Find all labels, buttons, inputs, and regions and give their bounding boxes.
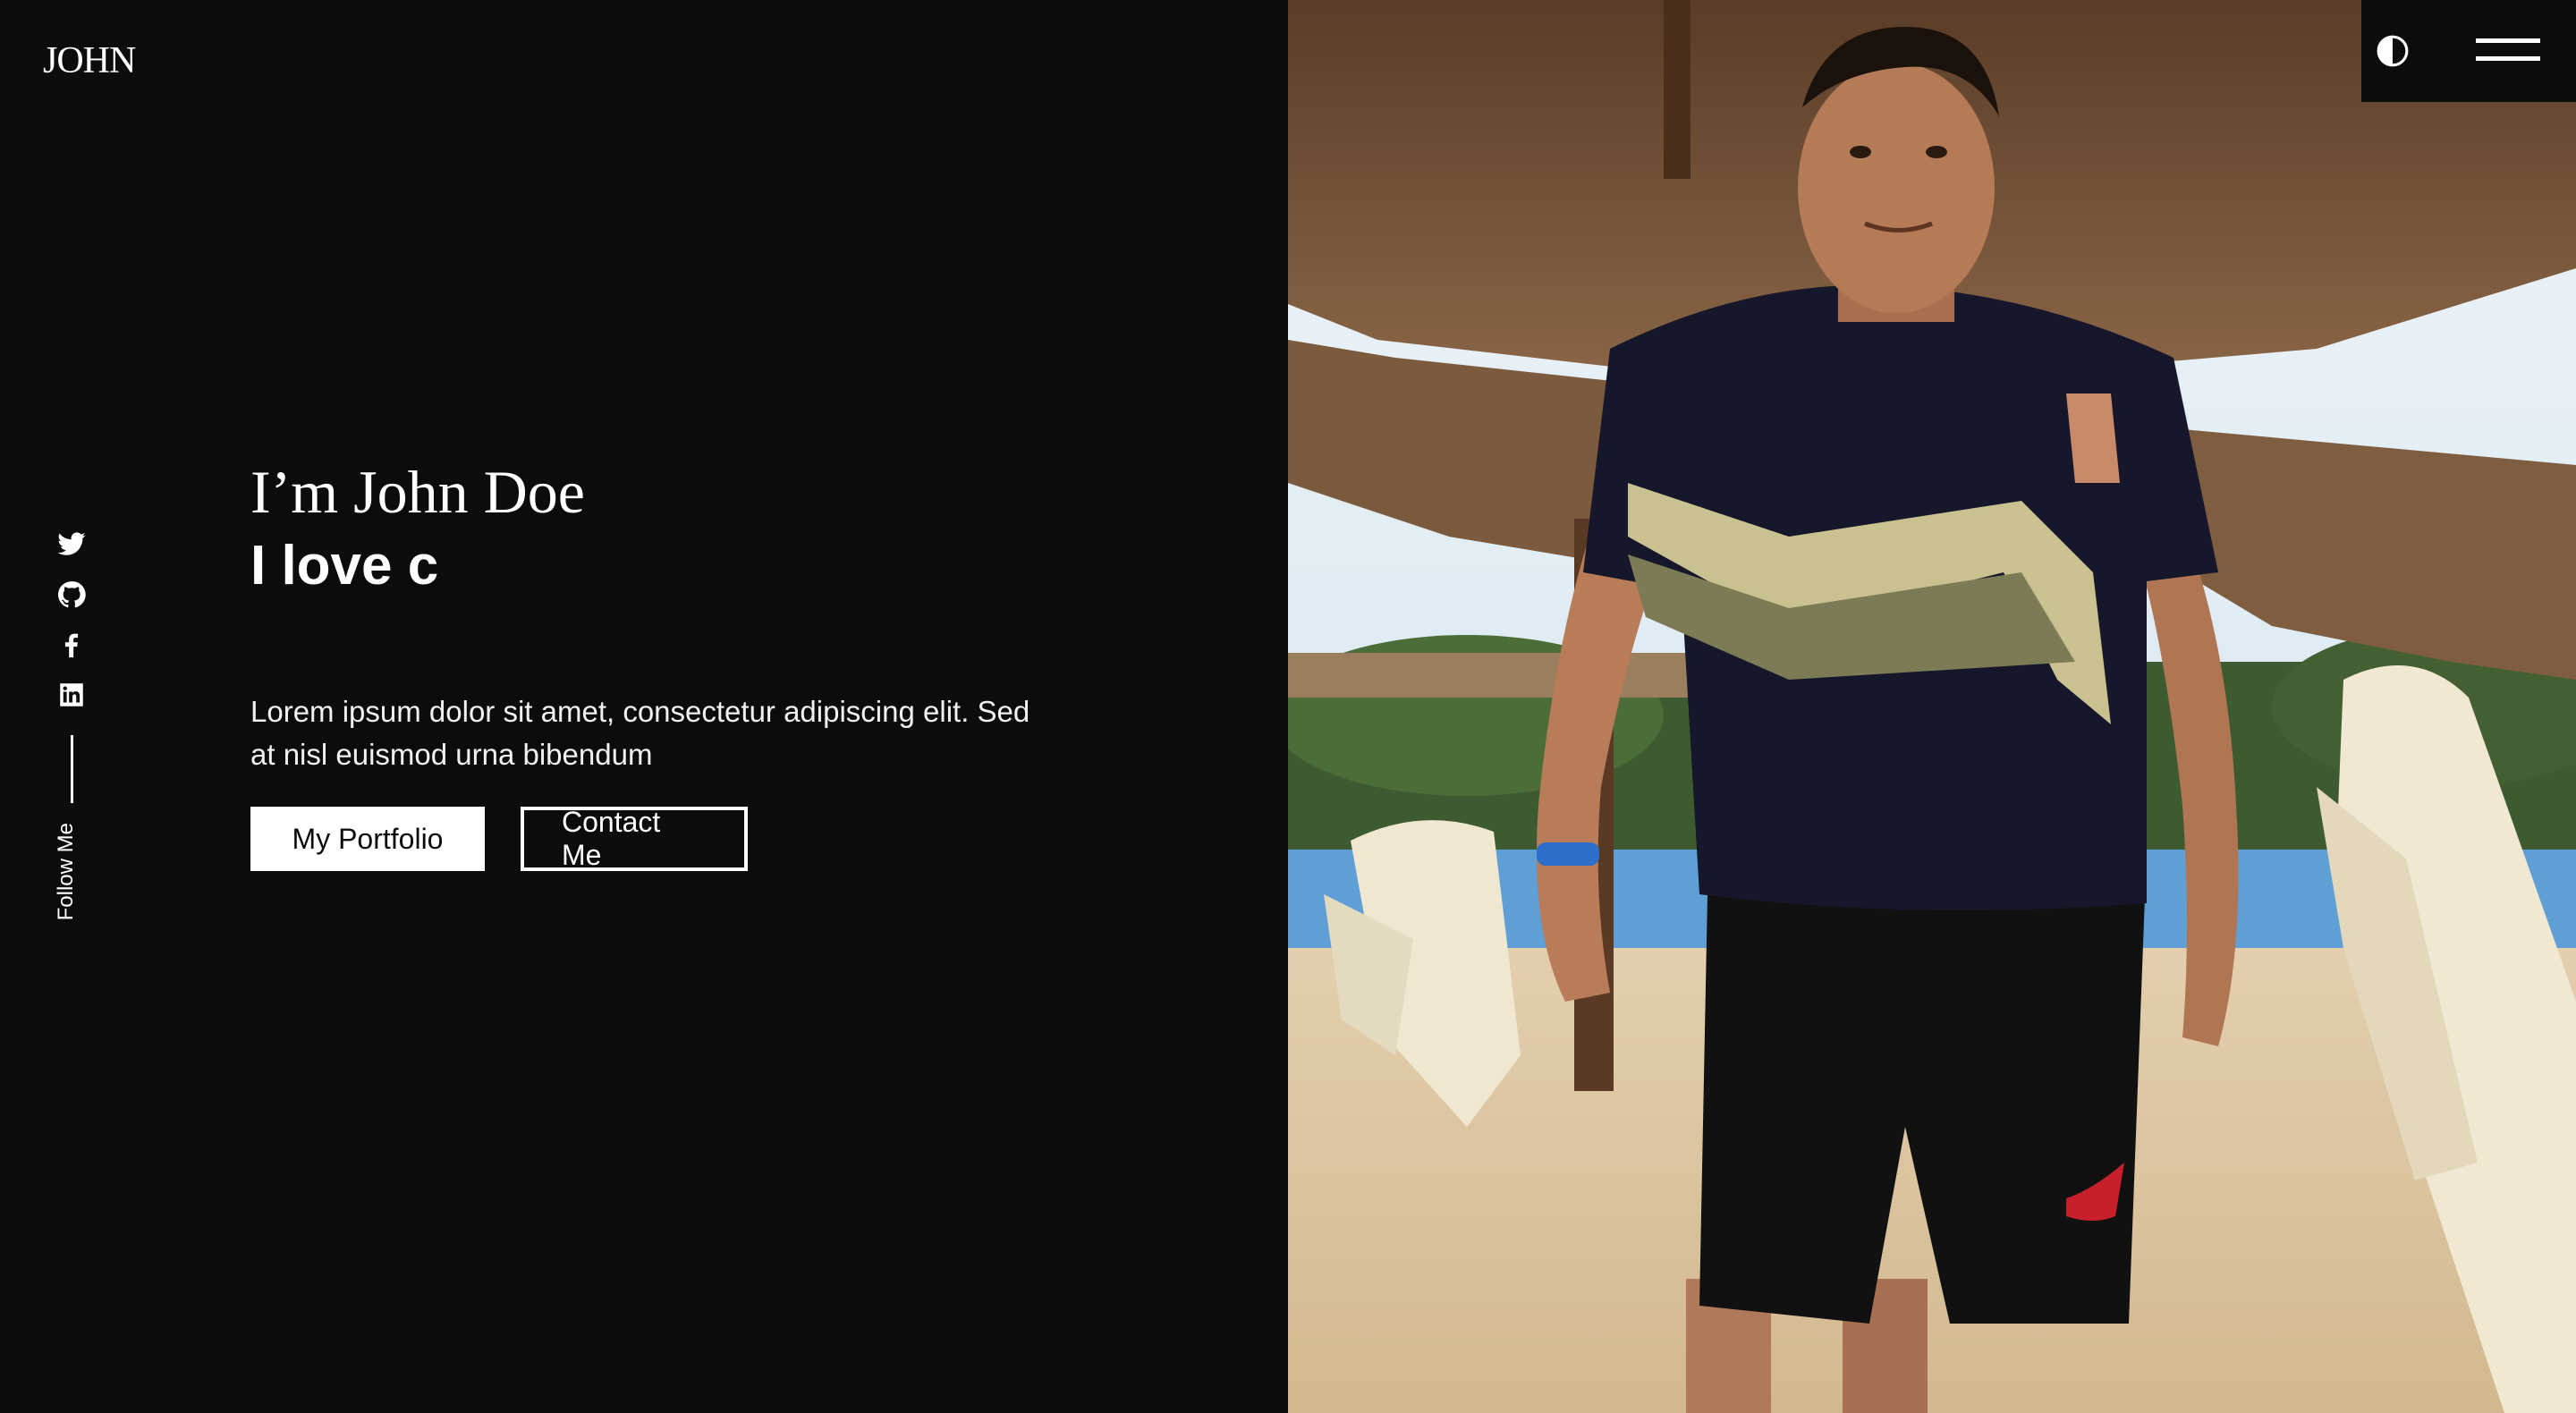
twitter-link[interactable]: [56, 529, 87, 560]
hero-typed-text: I love c: [250, 535, 439, 597]
hero-description: Lorem ipsum dolor sit amet, consectetur …: [250, 695, 1030, 771]
follow-me-label: Follow Me: [54, 823, 78, 921]
social-sidebar: [55, 529, 88, 803]
header-controls: [2361, 0, 2576, 102]
portfolio-button[interactable]: My Portfolio: [250, 807, 485, 871]
site-logo[interactable]: JOHN: [43, 39, 136, 82]
twitter-icon: [57, 532, 86, 555]
hero-title: I’m John Doe: [250, 458, 585, 526]
contact-button[interactable]: Contact Me: [521, 806, 748, 871]
portfolio-page: JOHN Follow Me I’m John Doe I love c Lor…: [0, 0, 2576, 1413]
linkedin-link[interactable]: [56, 680, 87, 710]
facebook-icon: [64, 633, 79, 658]
facebook-link[interactable]: [56, 630, 87, 660]
linkedin-icon: [60, 683, 83, 706]
hamburger-menu-icon[interactable]: [2476, 33, 2540, 69]
theme-toggle-button[interactable]: [2376, 34, 2410, 68]
profile-photo: [1288, 0, 2576, 1413]
social-divider: [70, 735, 73, 803]
github-link[interactable]: [56, 580, 87, 610]
github-icon: [57, 581, 86, 608]
menu-line-bottom: [2476, 56, 2540, 61]
hero-buttons: My Portfolio Contact Me: [250, 806, 1073, 871]
contrast-icon: [2377, 35, 2409, 67]
intro-panel: JOHN Follow Me I’m John Doe I love c Lor…: [0, 0, 1288, 1413]
beach-portrait-image: [1288, 0, 2576, 1413]
menu-line-top: [2476, 38, 2540, 43]
hero-section: I’m John Doe I love c Lorem ipsum dolor …: [250, 456, 1073, 871]
